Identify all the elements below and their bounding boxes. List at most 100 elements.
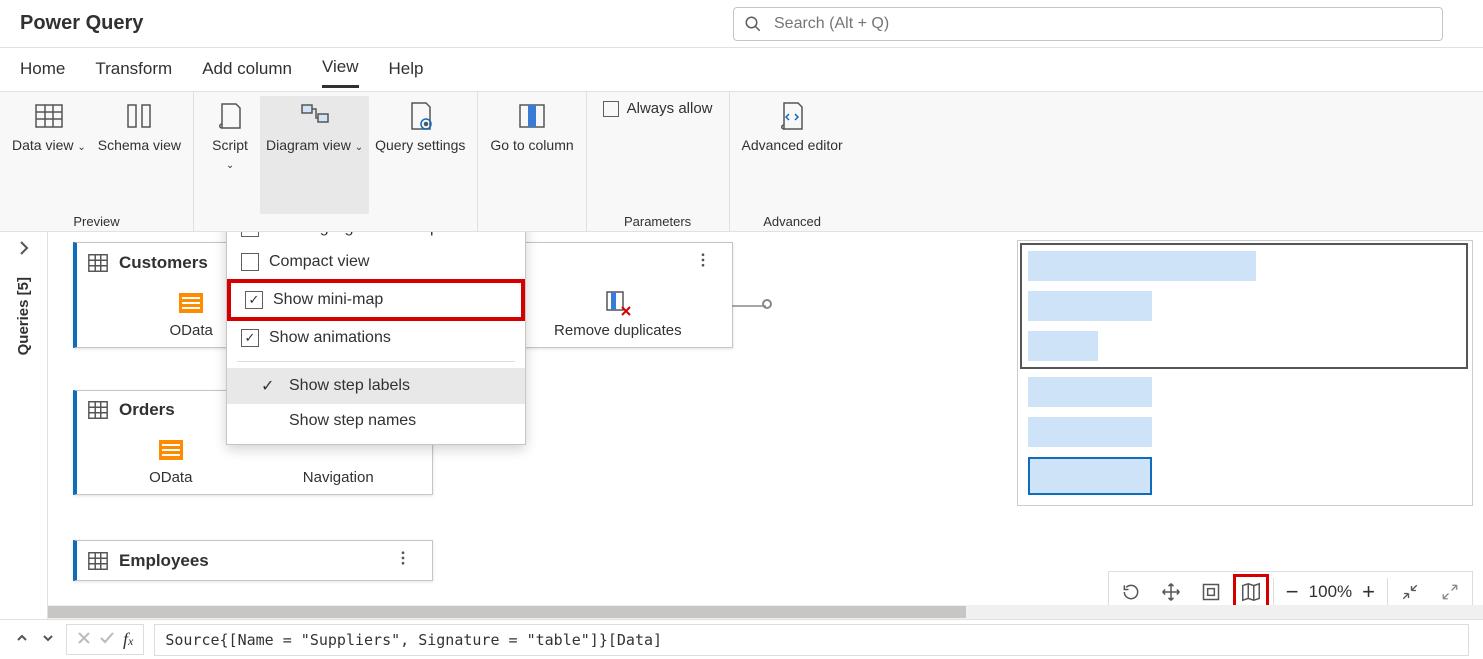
menu-label: Auto-highlight related queries [269, 232, 477, 237]
output-connector[interactable] [762, 299, 772, 309]
queries-panel-collapsed: Queries [5] [0, 232, 48, 619]
odata-icon [176, 288, 206, 318]
advanced-editor-icon [776, 100, 808, 132]
diagram-icon [299, 100, 331, 132]
toolbar-divider [1387, 578, 1388, 606]
preview-group-label: Preview [6, 214, 187, 231]
columns-icon [123, 100, 155, 132]
check-icon [99, 631, 115, 645]
zoom-level: 100% [1309, 582, 1352, 602]
script-icon [214, 100, 246, 132]
table-icon [87, 252, 109, 274]
formula-bar: fx Source{[Name = "Suppliers", Signature… [0, 619, 1483, 659]
menu-separator [237, 361, 515, 362]
fx-label: fx [123, 629, 133, 650]
menu-label: Show step names [289, 412, 416, 430]
diagram-view-button[interactable]: Diagram view ⌄ [260, 96, 369, 214]
diagram-view-label: Diagram view ⌄ [266, 136, 363, 154]
script-label: Script⌄ [212, 136, 248, 172]
goto-column-icon [516, 100, 548, 132]
menu-label: Show step labels [289, 377, 410, 395]
zoom-in-button[interactable]: + [1362, 579, 1375, 605]
diagram-canvas[interactable]: Customers OData ns [48, 232, 1483, 619]
reset-icon [1121, 582, 1141, 602]
odata-icon [156, 435, 186, 465]
zoom-control: − 100% + [1278, 579, 1383, 605]
data-view-label: Data view ⌄ [12, 136, 86, 154]
checkbox-checked-icon [241, 329, 259, 347]
collapse-icon [1401, 583, 1419, 601]
schema-view-label: Schema view [98, 136, 181, 154]
advanced-group-label: Advanced [736, 214, 849, 231]
tab-view[interactable]: View [322, 57, 359, 88]
checkbox-icon [603, 101, 619, 117]
minimap[interactable] [1017, 240, 1473, 506]
toolbar-divider [1273, 578, 1274, 606]
always-allow-checkbox[interactable]: Always allow [593, 96, 723, 121]
data-view-button[interactable]: Data view ⌄ [6, 96, 92, 214]
fit-icon [1201, 582, 1221, 602]
table-icon [87, 399, 109, 421]
check-icon: ✓ [261, 376, 279, 396]
advanced-editor-button[interactable]: Advanced editor [736, 96, 849, 214]
menu-label: Compact view [269, 253, 369, 271]
menu-compact-view[interactable]: Compact view [227, 245, 525, 279]
x-icon [77, 631, 91, 645]
minimap-block [1028, 377, 1152, 407]
table-icon [87, 550, 109, 572]
checkbox-icon [241, 232, 259, 237]
query-node-employees[interactable]: Employees [73, 540, 433, 581]
expand-icon [1441, 583, 1459, 601]
formula-input[interactable]: Source{[Name = "Suppliers", Signature = … [154, 624, 1469, 656]
step-label: OData [169, 322, 212, 339]
menu-label: Show animations [269, 329, 391, 347]
more-icon[interactable] [694, 251, 722, 274]
expand-queries-chevron-icon[interactable] [16, 240, 32, 259]
menu-show-minimap[interactable]: Show mini-map [227, 279, 525, 321]
checkbox-icon [241, 253, 259, 271]
step-label: OData [149, 469, 192, 486]
tab-home[interactable]: Home [20, 59, 65, 87]
horizontal-scrollbar[interactable] [48, 605, 1483, 619]
advanced-editor-label: Advanced editor [742, 136, 843, 154]
query-settings-label: Query settings [375, 136, 465, 154]
minimap-block-selected [1028, 457, 1152, 495]
step-label: Remove duplicates [554, 322, 682, 339]
more-icon[interactable] [394, 549, 422, 572]
query-settings-button[interactable]: Query settings [369, 96, 471, 214]
menu-label: Show mini-map [273, 291, 383, 309]
minimap-block [1028, 251, 1256, 281]
tab-add-column[interactable]: Add column [202, 59, 292, 87]
grid-icon [33, 100, 65, 132]
commit-formula-button[interactable] [99, 631, 115, 649]
minimap-block [1028, 291, 1152, 321]
tab-help[interactable]: Help [389, 59, 424, 87]
scrollbar-thumb[interactable] [48, 606, 966, 618]
search-field[interactable] [733, 7, 1443, 41]
step-remove-duplicates[interactable]: Remove duplicates [514, 288, 722, 339]
diagram-view-dropdown: Auto-highlight related queries Compact v… [226, 232, 526, 445]
always-allow-label: Always allow [627, 100, 713, 117]
go-to-column-label: Go to column [490, 136, 573, 154]
settings-doc-icon [404, 100, 436, 132]
go-to-column-button[interactable]: Go to column [484, 96, 579, 214]
queries-rail-label[interactable]: Queries [5] [15, 271, 32, 361]
step-label: Navigation [303, 469, 374, 486]
menu-auto-highlight[interactable]: Auto-highlight related queries [227, 232, 525, 245]
cancel-formula-button[interactable] [77, 631, 91, 649]
search-input[interactable] [772, 14, 1432, 34]
schema-view-button[interactable]: Schema view [92, 96, 187, 214]
zoom-out-button[interactable]: − [1286, 579, 1299, 605]
menu-show-step-names[interactable]: Show step names [227, 404, 525, 438]
ribbon: Data view ⌄ Schema view Preview Script⌄ [0, 92, 1483, 232]
step-next-button[interactable] [40, 630, 56, 650]
menu-show-step-labels[interactable]: ✓ Show step labels [227, 368, 525, 404]
menu-show-animations[interactable]: Show animations [227, 321, 525, 355]
step-prev-button[interactable] [14, 630, 30, 650]
node-title: Employees [119, 551, 209, 571]
parameters-group-label: Parameters [593, 214, 723, 231]
script-button[interactable]: Script⌄ [200, 96, 260, 214]
remove-duplicates-icon [603, 288, 633, 318]
tab-transform[interactable]: Transform [95, 59, 172, 87]
node-title: Customers [119, 253, 208, 273]
